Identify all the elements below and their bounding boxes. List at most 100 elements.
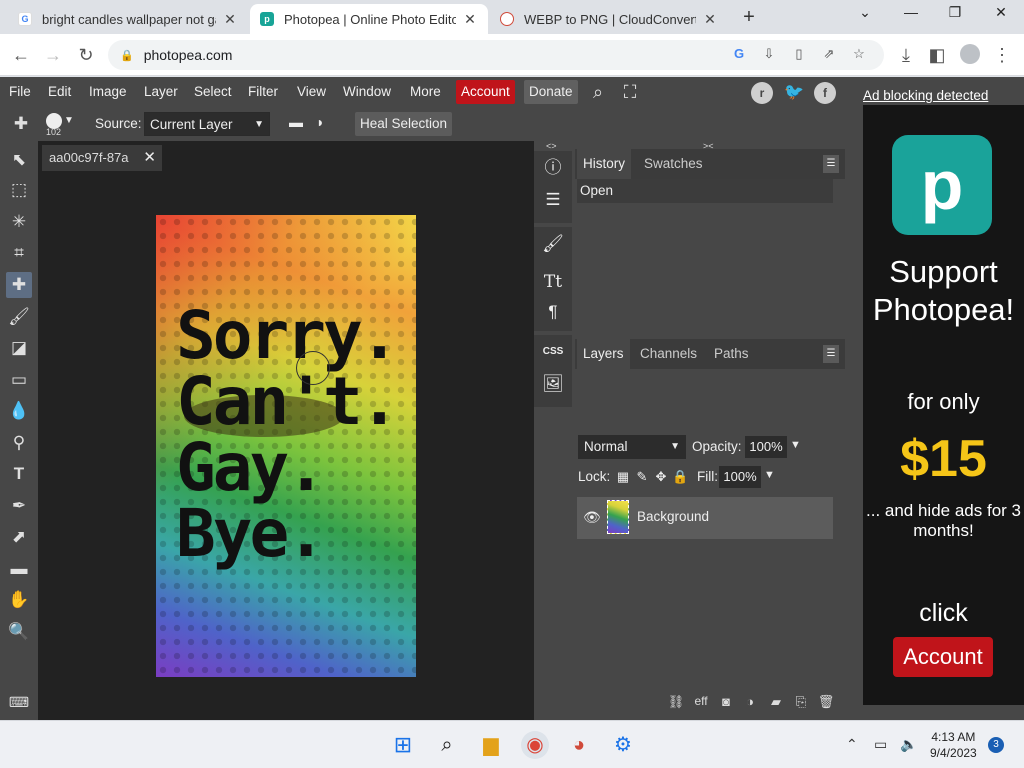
- character-icon[interactable]: Tt: [540, 269, 566, 295]
- adjustment-layer-icon[interactable]: ◑: [741, 694, 759, 709]
- document-tab[interactable]: aa00c97f-87a ✕: [42, 145, 162, 171]
- clock[interactable]: 4:13 AM 9/4/2023: [930, 729, 977, 761]
- volume-icon[interactable]: 🔈: [900, 736, 917, 753]
- move-tool-icon[interactable]: ⬉: [6, 147, 32, 173]
- chevron-down-icon[interactable]: ▼: [790, 439, 801, 451]
- kebab-menu-icon[interactable]: ⋮: [989, 42, 1015, 68]
- layer-row[interactable]: 👁 Background: [577, 497, 833, 539]
- account-button[interactable]: Account: [456, 80, 515, 104]
- css-icon[interactable]: CSS: [540, 339, 566, 365]
- pen-tool-icon[interactable]: ✒: [6, 493, 32, 519]
- hand-tool-icon[interactable]: ✋: [6, 587, 32, 613]
- new-tab-icon[interactable]: +: [738, 6, 760, 28]
- keyboard-icon[interactable]: ⌨: [6, 689, 32, 715]
- tab-layers[interactable]: Layers: [577, 339, 630, 369]
- source-select[interactable]: Current Layer ▼: [144, 112, 270, 136]
- menu-window[interactable]: Window: [343, 77, 391, 107]
- menu-image[interactable]: Image: [89, 77, 127, 107]
- close-window-icon[interactable]: ✕: [978, 4, 1024, 26]
- image-canvas[interactable]: Sorry. Can't. Gay. Bye.: [156, 215, 416, 677]
- donate-button[interactable]: Donate: [524, 80, 578, 104]
- info-icon[interactable]: ⓘ: [540, 155, 566, 181]
- chevron-down-icon[interactable]: ▼: [64, 115, 74, 126]
- magic-wand-tool-icon[interactable]: ✳: [6, 209, 32, 235]
- reload-icon[interactable]: ↻: [73, 42, 99, 68]
- chevron-down-icon[interactable]: ⌄: [842, 4, 888, 26]
- menu-file[interactable]: File: [9, 77, 31, 107]
- healing-brush-tool-icon[interactable]: ✚: [8, 111, 34, 137]
- tab-swatches[interactable]: Swatches: [638, 149, 709, 179]
- bookmark-star-icon[interactable]: ☆: [848, 46, 870, 64]
- share-icon[interactable]: ⇗: [818, 46, 840, 64]
- menu-edit[interactable]: Edit: [48, 77, 71, 107]
- chrome-icon[interactable]: ◉: [521, 731, 549, 759]
- chevron-up-icon[interactable]: ⌃: [846, 736, 858, 753]
- fill-input[interactable]: 100%: [719, 466, 761, 488]
- install-icon[interactable]: ⇩: [758, 46, 780, 64]
- shape-tool-icon[interactable]: ▬: [6, 556, 32, 582]
- download-icon[interactable]: ⤓: [893, 42, 919, 68]
- network-icon[interactable]: ▭: [874, 736, 887, 753]
- blur-tool-icon[interactable]: 💧: [6, 398, 32, 424]
- adjustments-icon[interactable]: ☰: [540, 187, 566, 213]
- profile-avatar[interactable]: [960, 44, 980, 64]
- support-ad[interactable]: p Support Photopea! for only $15 ... and…: [863, 105, 1024, 705]
- forward-arrow-icon[interactable]: →: [40, 42, 66, 68]
- file-explorer-icon[interactable]: ▆: [477, 731, 505, 759]
- side-panel-icon[interactable]: ◧: [924, 42, 950, 68]
- minimize-icon[interactable]: —: [888, 4, 934, 26]
- menu-select[interactable]: Select: [194, 77, 232, 107]
- close-tab-icon[interactable]: ✕: [702, 11, 718, 28]
- browser-tab-2[interactable]: p Photopea | Online Photo Editor ✕: [250, 4, 488, 34]
- back-arrow-icon[interactable]: ←: [8, 42, 34, 68]
- close-document-icon[interactable]: ✕: [143, 145, 156, 171]
- search-icon[interactable]: ⌕: [433, 731, 461, 759]
- healing-brush-tool-icon[interactable]: ✚: [6, 272, 32, 298]
- collapse-icon[interactable]: <>: [546, 141, 557, 151]
- tab-paths[interactable]: Paths: [708, 339, 755, 369]
- lock-all-icon[interactable]: 🔒: [672, 469, 688, 485]
- ad-blocking-link[interactable]: Ad blocking detected: [863, 88, 988, 103]
- eye-icon[interactable]: 👁: [583, 509, 601, 526]
- page-icon[interactable]: ▯: [788, 46, 810, 64]
- facebook-icon[interactable]: f: [814, 82, 836, 104]
- reddit-icon[interactable]: r: [751, 82, 773, 104]
- address-bar[interactable]: 🔒 photopea.com G ⇩ ▯ ⇗ ☆: [108, 40, 884, 70]
- menu-layer[interactable]: Layer: [144, 77, 178, 107]
- lock-position-icon[interactable]: ✥: [653, 469, 669, 485]
- search-icon[interactable]: ⌕: [587, 81, 609, 103]
- lock-transparency-icon[interactable]: ▦: [615, 469, 631, 485]
- brush-tip-icon[interactable]: ▬: [289, 114, 303, 130]
- lock-pixels-icon[interactable]: ✎: [634, 469, 650, 485]
- menu-more[interactable]: More: [410, 77, 441, 107]
- browser-tab-3[interactable]: WEBP to PNG | CloudConvert ✕: [490, 4, 728, 34]
- layer-mask-icon[interactable]: ◙: [717, 694, 735, 709]
- close-tab-icon[interactable]: ✕: [462, 11, 478, 28]
- panel-menu-icon[interactable]: ☰: [823, 345, 839, 363]
- gradient-tool-icon[interactable]: ▭: [6, 367, 32, 393]
- image-icon[interactable]: 🖼: [540, 371, 566, 397]
- panel-menu-icon[interactable]: ☰: [823, 155, 839, 173]
- opacity-input[interactable]: 100%: [745, 436, 787, 458]
- layer-effects-icon[interactable]: eff: [692, 694, 710, 708]
- tab-channels[interactable]: Channels: [634, 339, 703, 369]
- paragraph-icon[interactable]: ¶: [540, 299, 566, 325]
- menu-view[interactable]: View: [297, 77, 326, 107]
- settings-gear-icon[interactable]: ⚙: [609, 731, 637, 759]
- heal-selection-button[interactable]: Heal Selection: [355, 112, 453, 136]
- history-item[interactable]: Open: [577, 179, 833, 203]
- windows-start-icon[interactable]: ⊞: [389, 731, 417, 759]
- ad-account-button[interactable]: Account: [893, 637, 993, 677]
- close-tab-icon[interactable]: ✕: [222, 11, 238, 28]
- dodge-tool-icon[interactable]: ⚲: [6, 430, 32, 456]
- eraser-tool-icon[interactable]: ◪: [6, 335, 32, 361]
- trash-icon[interactable]: 🗑: [817, 694, 835, 710]
- link-layers-icon[interactable]: ⛓: [667, 694, 685, 710]
- notification-badge[interactable]: 3: [988, 737, 1004, 753]
- google-lens-icon[interactable]: G: [728, 46, 750, 64]
- zoom-tool-icon[interactable]: 🔍: [6, 619, 32, 645]
- blend-mode-select[interactable]: Normal ▼: [578, 435, 686, 459]
- chevron-down-icon[interactable]: ▼: [764, 469, 775, 481]
- browser-tab-1[interactable]: G bright candles wallpaper not gay ✕: [8, 4, 248, 34]
- paint-icon[interactable]: ◕: [565, 731, 593, 759]
